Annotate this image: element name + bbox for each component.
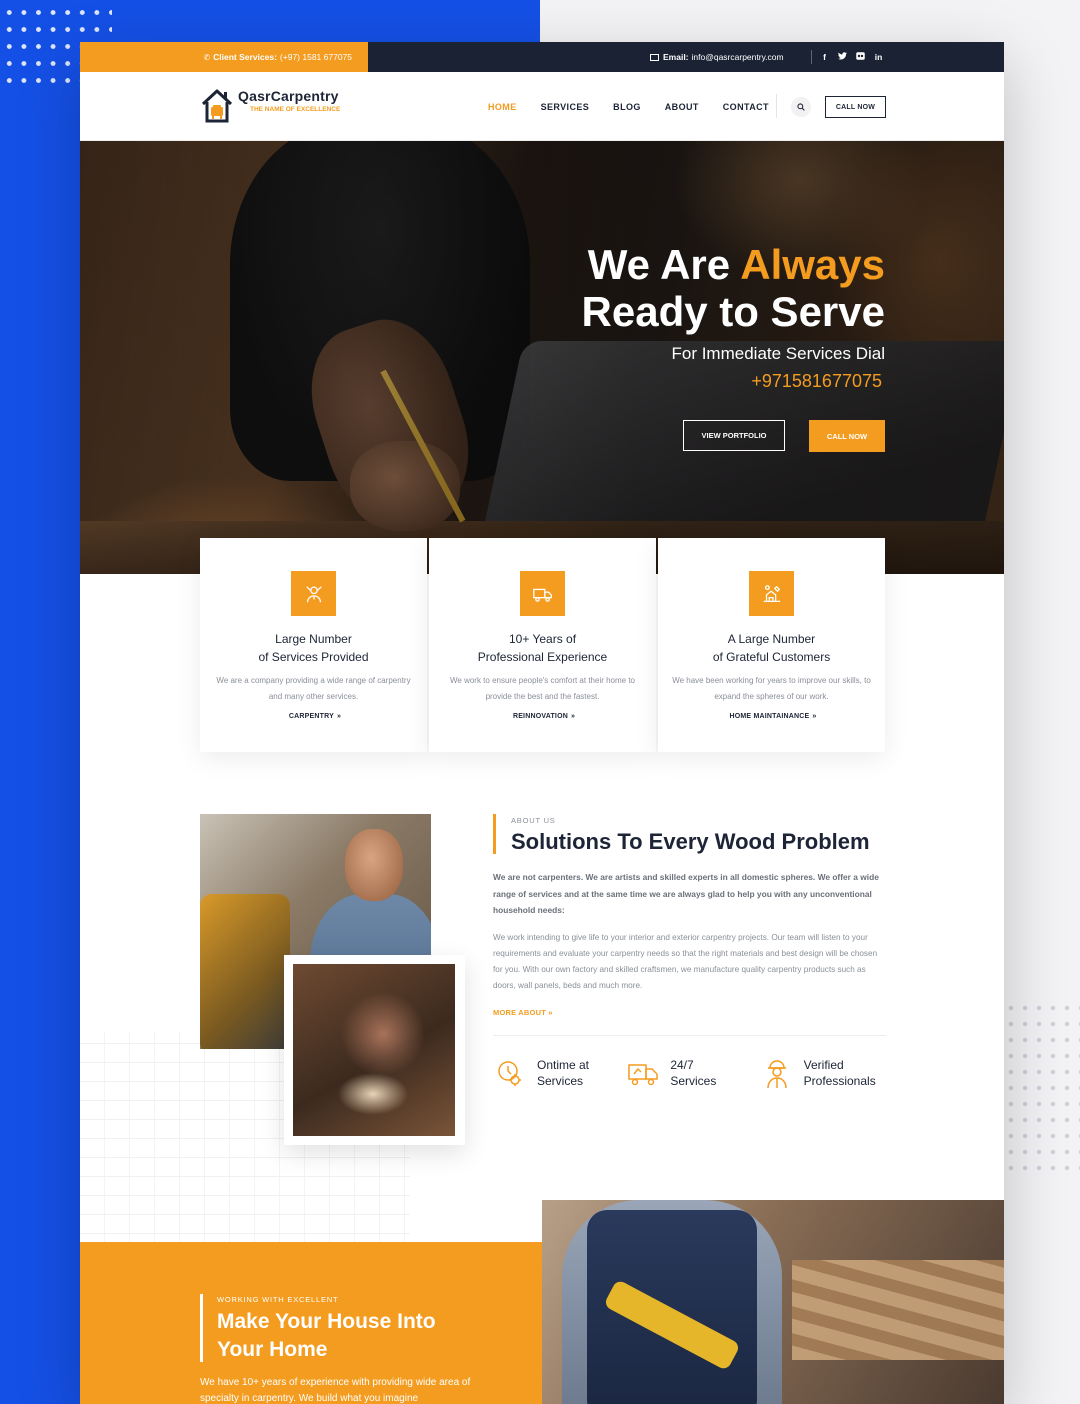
phone-icon: ✆ (203, 52, 211, 62)
client-services-strip: ✆ Client Services: (+97) 1581 677075 (80, 42, 368, 72)
website-page: ✆ Client Services: (+97) 1581 677075 Ema… (80, 42, 1004, 1404)
promo-section: WORKING WITH EXCELLENT Make Your House I… (80, 1242, 542, 1404)
feature-description: We are a company providing a wide range … (216, 676, 411, 701)
email-link[interactable]: info@qasrcarpentry.com (692, 52, 784, 62)
accent-bar (493, 814, 496, 854)
feature-card: 10+ Years of Professional Experience We … (429, 538, 656, 752)
logo-tagline: THE NAME OF EXCELLENCE (250, 106, 341, 113)
stat-item: Ontime at Services (493, 1056, 626, 1090)
chevron-right-icon: » (548, 1008, 553, 1017)
feature-link-reinnovation[interactable]: REINNOVATION» (429, 713, 656, 720)
worker-icon (766, 1060, 787, 1089)
main-nav: HOME SERVICES BLOG ABOUT CONTACT (488, 72, 793, 141)
feature-link-carpentry[interactable]: CARPENTRY» (200, 713, 427, 720)
about-lead-text: We are not carpenters. We are artists an… (493, 872, 879, 915)
promo-label: WORKING WITH EXCELLENT (217, 1295, 339, 1304)
chevron-right-icon: » (337, 713, 342, 720)
truck-icon (520, 571, 565, 616)
mail-icon (650, 53, 659, 61)
about-image-woodwork (284, 955, 465, 1145)
stat-item: Verified Professionals (760, 1056, 893, 1090)
accent-bar (200, 1294, 203, 1362)
feature-card: Large Number of Services Provided We are… (200, 538, 427, 752)
topbar-divider (811, 50, 812, 64)
logo[interactable]: QasrCarpentry THE NAME OF EXCELLENCE (200, 88, 340, 124)
feature-description: We have been working for years to improv… (672, 676, 871, 701)
feature-description: We work to ensure people's comfort at th… (449, 676, 636, 701)
hero-section: We Are Always Ready to Serve For Immedia… (80, 141, 1004, 574)
view-portfolio-button[interactable]: VIEW PORTFOLIO (683, 420, 785, 451)
promo-title: Make Your House Into Your Home (217, 1310, 436, 1361)
hero-phone[interactable]: +971581677075 (751, 371, 882, 392)
nav-about[interactable]: ABOUT (665, 102, 699, 112)
header-call-now-button[interactable]: CALL NOW (825, 96, 886, 118)
feature-link-home-maintainance[interactable]: HOME MAINTAINANCE» (658, 713, 885, 720)
client-services-phone[interactable]: (+97) 1581 677075 (280, 52, 352, 62)
background-light-panel (540, 0, 1080, 42)
stat-item: 24/7 Services (626, 1056, 759, 1090)
logo-house-icon (200, 88, 234, 124)
chevron-right-icon: » (570, 713, 576, 720)
house-tools-icon (749, 571, 794, 616)
about-title: Solutions To Every Wood Problem (511, 829, 870, 854)
hero-title-accent: Always (740, 241, 885, 288)
promo-text: We have 10+ years of experience with pro… (200, 1377, 471, 1404)
carpenter-icon (291, 571, 336, 616)
decorative-dots-right (1004, 1000, 1080, 1180)
search-icon (797, 103, 805, 111)
delivery-truck-icon (628, 1064, 659, 1086)
clock-gear-icon (498, 1061, 521, 1086)
email-label: Email: (663, 52, 689, 62)
hero-title: We Are Always Ready to Serve (581, 241, 885, 335)
twitter-icon[interactable] (838, 52, 847, 62)
client-services-label: Client Services: (213, 52, 277, 62)
more-about-link[interactable]: MORE ABOUT » (493, 1008, 553, 1017)
search-button[interactable] (791, 97, 811, 117)
nav-divider (776, 94, 777, 118)
site-header: QasrCarpentry THE NAME OF EXCELLENCE HOM… (80, 72, 1004, 141)
chevron-right-icon: » (812, 713, 817, 720)
facebook-icon[interactable]: f (820, 52, 829, 62)
nav-home[interactable]: HOME (488, 102, 517, 112)
hero-subtitle: For Immediate Services Dial (671, 344, 885, 363)
worker-image (542, 1200, 1004, 1404)
top-bar: ✆ Client Services: (+97) 1581 677075 Ema… (80, 42, 1004, 72)
feature-card: A Large Number of Grateful Customers We … (658, 538, 885, 752)
logo-name: QasrCarpentry (238, 88, 339, 104)
divider (493, 1035, 886, 1036)
feature-cards: Large Number of Services Provided We are… (200, 538, 885, 752)
linkedin-icon[interactable]: in (874, 52, 883, 62)
stats-row: Ontime at Services 24/7 Services Verifie… (493, 1056, 893, 1090)
about-label: ABOUT US (511, 816, 556, 825)
flickr-icon[interactable] (856, 52, 865, 62)
about-body-text: We work intending to give life to your i… (493, 933, 878, 990)
social-links: f in (820, 42, 883, 72)
nav-services[interactable]: SERVICES (541, 102, 590, 112)
nav-blog[interactable]: BLOG (613, 102, 641, 112)
hero-call-now-button[interactable]: CALL NOW (809, 420, 885, 452)
nav-contact[interactable]: CONTACT (723, 102, 769, 112)
email-info: Email: info@qasrcarpentry.com (650, 42, 784, 72)
